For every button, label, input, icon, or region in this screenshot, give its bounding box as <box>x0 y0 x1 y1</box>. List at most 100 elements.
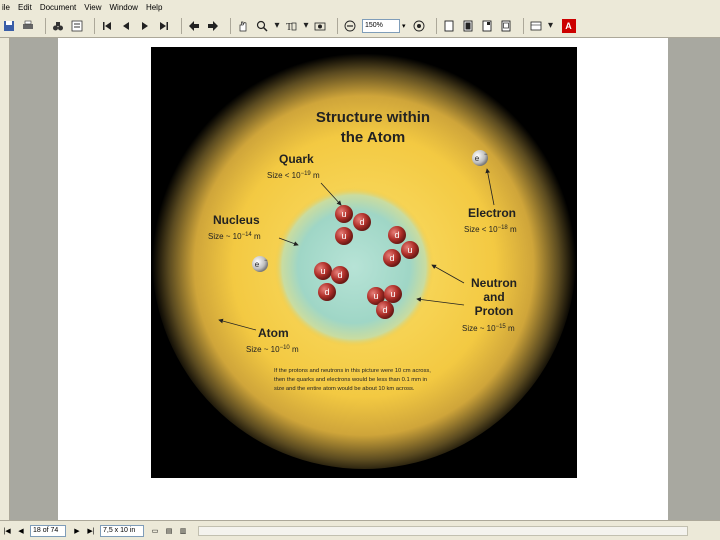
continuous-icon[interactable]: ▤ <box>164 526 174 536</box>
nucleus-size: Size ~ 10−14 m <box>208 232 261 241</box>
chevron-down-icon[interactable]: ▾ <box>548 19 554 33</box>
toolbar-separator <box>230 17 231 34</box>
page-size-field: 7,5 x 10 in <box>100 524 144 537</box>
svg-text:d: d <box>382 305 387 315</box>
atom-structure-figure: u d u d u d u d d u u d e − e − Structur… <box>151 47 577 478</box>
quark-size: Size < 10−19 m <box>267 171 320 180</box>
atom-label: Atom <box>258 326 289 340</box>
next-page-icon[interactable] <box>138 19 152 33</box>
svg-text:u: u <box>407 245 412 255</box>
zoom-out-icon[interactable] <box>343 19 357 33</box>
quark-particle: d <box>388 226 406 244</box>
print-icon[interactable] <box>21 19 35 33</box>
next-page-icon[interactable]: ▶ <box>72 526 82 536</box>
quark-particle: d <box>376 301 394 319</box>
fit-visible-icon[interactable] <box>499 19 513 33</box>
horizontal-scrollbar[interactable] <box>198 525 688 536</box>
go-forward-icon[interactable] <box>206 19 220 33</box>
status-bar: |◀ ◀ 18 of 74 ▶ ▶| 7,5 x 10 in ▭ ▤ ▥ <box>0 520 720 540</box>
zoom-in-icon[interactable] <box>412 19 426 33</box>
electron-particle: e − <box>472 150 488 166</box>
svg-text:d: d <box>337 270 342 280</box>
quark-particle: u <box>384 285 402 303</box>
menu-bar: ile Edit Document View Window Help <box>0 0 720 14</box>
document-page: u d u d u d u d d u u d e − e − Structur… <box>58 38 668 520</box>
quark-particle: u <box>401 241 419 259</box>
toolbar-separator <box>181 17 182 34</box>
menu-edit[interactable]: Edit <box>18 3 32 12</box>
caption-line1: If the protons and neutrons in this pict… <box>274 368 431 374</box>
fit-page-icon[interactable] <box>461 19 475 33</box>
svg-text:e: e <box>475 154 480 163</box>
zoom-tool-icon[interactable] <box>255 19 269 33</box>
svg-text:−: − <box>484 152 488 158</box>
svg-text:d: d <box>324 287 329 297</box>
svg-text:d: d <box>389 253 394 263</box>
hand-tool-icon[interactable] <box>236 19 250 33</box>
toolbar-separator <box>337 17 338 34</box>
toolbar: ▾ T ▾ 150% ▾ ▾ A <box>0 14 720 38</box>
quark-particle: u <box>335 227 353 245</box>
last-page-icon[interactable]: ▶| <box>86 526 96 536</box>
page-number-field[interactable]: 18 of 74 <box>30 524 66 537</box>
and-label: and <box>483 290 504 304</box>
toolbar-separator <box>435 17 437 34</box>
caption-line3: size and the entire atom would be about … <box>274 386 415 392</box>
nucleus-region <box>274 187 434 347</box>
figure-title-line1: Structure within <box>316 109 430 126</box>
fit-width-icon[interactable] <box>480 19 494 33</box>
atom-size: Size ~ 10−10 m <box>246 345 299 354</box>
acrobat-logo-icon[interactable]: A <box>561 18 576 33</box>
last-page-icon[interactable] <box>157 19 171 33</box>
go-back-icon[interactable] <box>187 19 201 33</box>
menu-document[interactable]: Document <box>40 3 76 12</box>
svg-text:e: e <box>255 260 260 269</box>
toolbar-separator <box>522 17 524 34</box>
svg-text:−: − <box>264 258 268 264</box>
previous-page-icon[interactable] <box>119 19 133 33</box>
electron-label: Electron <box>468 206 516 220</box>
quark-particle: d <box>383 249 401 267</box>
svg-text:T: T <box>286 22 292 32</box>
proton-label: Proton <box>475 304 514 318</box>
quark-particle: d <box>331 266 349 284</box>
binoculars-icon[interactable] <box>51 19 65 33</box>
first-page-icon[interactable] <box>100 19 114 33</box>
svg-text:u: u <box>390 289 395 299</box>
menu-file[interactable]: ile <box>2 3 10 12</box>
navigation-pane-strip[interactable] <box>0 38 10 520</box>
rotate-icon[interactable] <box>529 19 543 33</box>
quark-label: Quark <box>279 152 314 166</box>
snapshot-icon[interactable] <box>313 19 327 33</box>
zoom-dropdown-icon[interactable]: ▾ <box>402 22 406 30</box>
neutron-label: Neutron <box>471 276 517 290</box>
svg-text:u: u <box>341 209 346 219</box>
chevron-down-icon[interactable]: ▾ <box>274 19 280 33</box>
nucleus-label: Nucleus <box>213 213 260 227</box>
svg-text:u: u <box>373 291 378 301</box>
actual-size-icon[interactable] <box>442 19 456 33</box>
electron-particle: e − <box>252 256 268 272</box>
previous-page-icon[interactable]: ◀ <box>16 526 26 536</box>
atom-structure-illustration: u d u d u d u d d u u d e − e − Structur… <box>151 47 577 478</box>
save-icon[interactable] <box>2 19 16 33</box>
menu-help[interactable]: Help <box>146 3 162 12</box>
chevron-down-icon[interactable]: ▾ <box>303 19 309 33</box>
menu-view[interactable]: View <box>84 3 101 12</box>
neutron-proton-size: Size ~ 10−15 m <box>462 324 515 333</box>
caption-line2: then the quarks and electrons would be l… <box>274 377 427 383</box>
select-text-icon[interactable]: T <box>284 19 298 33</box>
bookmarks-icon[interactable] <box>70 19 84 33</box>
facing-pages-icon[interactable]: ▥ <box>178 526 188 536</box>
menu-window[interactable]: Window <box>109 3 137 12</box>
quark-particle: d <box>353 213 371 231</box>
toolbar-separator <box>45 17 46 34</box>
quark-particle: u <box>314 262 332 280</box>
electron-size: Size < 10−18 m <box>464 225 517 234</box>
first-page-icon[interactable]: |◀ <box>2 526 12 536</box>
svg-text:u: u <box>320 266 325 276</box>
single-page-icon[interactable]: ▭ <box>150 526 160 536</box>
zoom-input[interactable]: 150% <box>362 18 400 33</box>
quark-particle: u <box>335 205 353 223</box>
figure-title-line2: the Atom <box>341 129 405 146</box>
